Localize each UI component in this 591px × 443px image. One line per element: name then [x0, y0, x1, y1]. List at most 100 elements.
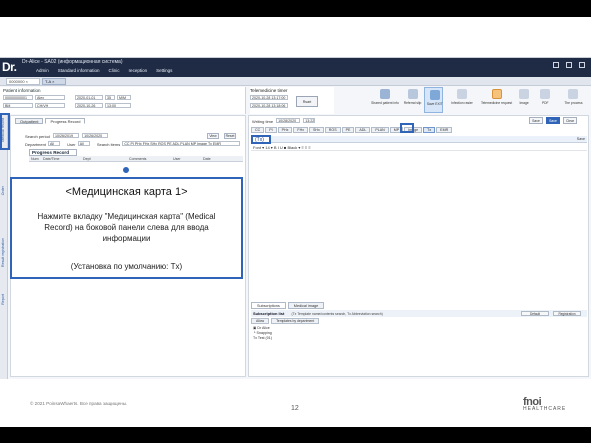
callout-title: <Медицинская карта 1> — [65, 186, 188, 198]
format-toolbar[interactable]: Font ▾ 14 ▾ B I U ■ Black ▾ ≡ ≡ ≡ — [251, 144, 587, 151]
tab-progress-record[interactable]: Progress Record — [45, 118, 86, 124]
tab-subscriptions[interactable]: Subscriptions — [251, 302, 286, 309]
patient-name-field[interactable]: Alex — [35, 95, 65, 100]
window-controls — [553, 62, 585, 68]
registration-button[interactable]: Registration — [553, 311, 581, 316]
copyright: © 2021 PoinsaWhaerts. Все права защищены… — [30, 401, 128, 406]
tx-tab-highlight — [400, 123, 414, 133]
tx-section-label: (Tx) — [251, 135, 271, 144]
tab-outpatient[interactable]: Outpatient — [15, 118, 44, 124]
menu-settings[interactable]: Settings — [156, 68, 172, 73]
telemedicine-icon — [491, 89, 502, 99]
subscription-label: Subscription list — [253, 311, 285, 316]
title-bar: Dr. Dr-Alice - SA02 (информационная сист… — [0, 58, 591, 77]
tab-plan[interactable]: PLAN — [371, 127, 389, 133]
referral-icon — [407, 89, 418, 99]
view-button[interactable]: View — [207, 133, 219, 139]
search-from-field[interactable]: 10/26/2019 — [53, 133, 80, 138]
subscription-subtabs: Allow Templates by department — [251, 318, 320, 324]
patient-doctor-field[interactable]: CH/VH — [35, 103, 65, 108]
search-items-field[interactable]: CC PI PHx FHx SHx ROS PE ADL PLAN MP Ima… — [122, 141, 241, 146]
col-user: User — [173, 157, 181, 161]
search-period-row: Search period 10/26/2019 10/26/2020 — [25, 133, 109, 139]
reset-button[interactable]: Reset — [224, 133, 236, 139]
default-button[interactable]: Default — [521, 311, 549, 316]
patient-info-label: Patient information — [3, 88, 41, 93]
search-to-field[interactable]: 10/26/2020 — [82, 133, 109, 138]
tab-pe[interactable]: PE — [341, 127, 355, 133]
tab-shx[interactable]: SHx — [309, 127, 324, 133]
maximize-icon[interactable] — [566, 62, 572, 68]
close-icon[interactable] — [579, 62, 585, 68]
bottom-letterbox — [0, 427, 591, 443]
patient-sex-field[interactable]: M/M — [117, 95, 131, 100]
menu-clinic[interactable]: Clinic — [109, 68, 120, 73]
tab-pi[interactable]: PI — [265, 127, 277, 133]
tab-fhx[interactable]: FHx — [293, 127, 308, 133]
tab-adl[interactable]: ADL — [355, 127, 371, 133]
tab-allow[interactable]: Allow — [251, 318, 270, 324]
image-button[interactable]: Image — [514, 87, 533, 113]
app-logo: Dr. — [2, 60, 17, 74]
col-date: Date — [203, 157, 211, 161]
save-exit-button[interactable]: Save EXIT — [423, 87, 443, 113]
save-button-1[interactable]: Save — [529, 117, 543, 124]
nav-order[interactable]: Order — [1, 186, 5, 195]
writing-date-field[interactable]: 10/28/2020 — [276, 118, 301, 123]
patient-type-field[interactable]: BM — [3, 103, 33, 108]
col-comments: Comments — [129, 157, 147, 161]
tab-medical-image[interactable]: Medical image — [287, 302, 325, 309]
clear-button[interactable]: Clear — [563, 117, 577, 124]
shared-patient-info-button[interactable]: Shared patient info — [368, 87, 401, 113]
minimize-icon[interactable] — [553, 62, 559, 68]
tab-record[interactable]: T-A × — [42, 78, 66, 85]
patient-age-field[interactable]: 35 — [105, 95, 115, 100]
document-tabs: 0000000 × T-A × — [0, 77, 591, 86]
visit-date-field[interactable]: 2020-10-26 — [75, 103, 103, 108]
telemedicine-label: Telemedicine timer — [250, 88, 288, 93]
process-icon — [568, 89, 579, 99]
subscription-conditions: (Tx Template name/contents search, Tx Ab… — [291, 312, 383, 316]
writing-time-field[interactable]: 13:22 — [303, 118, 316, 123]
department-select[interactable]: All — [48, 141, 61, 146]
tab-ros[interactable]: ROS — [324, 127, 341, 133]
tab-tx[interactable]: Tx — [423, 127, 436, 133]
patient-info: Patient information 00000000001 Alex 202… — [0, 87, 246, 114]
record-editor: Writing time 10/28/2020 13:22 Save Save … — [248, 115, 589, 377]
col-dept: Dept — [83, 157, 91, 161]
save-icon — [429, 90, 440, 100]
patient-id-field[interactable]: 00000000001 — [3, 95, 33, 100]
main-menu: Admin Standard information Clinic recept… — [36, 68, 172, 73]
tab-phx[interactable]: PHx — [277, 127, 293, 133]
process-button[interactable]: The process — [556, 87, 589, 113]
patient-birth-field[interactable]: 2020-01-01 — [75, 95, 103, 100]
slide: Dr. Dr-Alice - SA02 (информационная сист… — [0, 0, 591, 443]
telemedicine-request-button[interactable]: Telemedicine request — [480, 87, 512, 113]
text-editor-area[interactable] — [251, 152, 587, 300]
callout-body: Нажмите вкладку "Медицинская карта" (Med… — [37, 212, 216, 243]
tab-emr[interactable]: EMR — [436, 127, 453, 133]
nav-result-registration[interactable]: Result registration — [1, 238, 5, 267]
tab-cc[interactable]: CC — [251, 127, 265, 133]
brand-logo: fnoi HEALTHCARE — [523, 396, 567, 412]
section-save-link[interactable]: Save — [577, 137, 585, 141]
referral-slip-button[interactable]: Referral slip — [403, 87, 422, 113]
pdf-button[interactable]: PDF — [535, 87, 554, 113]
menu-reception[interactable]: reception — [129, 68, 148, 73]
record-button[interactable]: Rsart — [296, 96, 318, 107]
medical-record-highlight — [0, 113, 10, 150]
menu-standard-information[interactable]: Standard information — [58, 68, 100, 73]
menu-admin[interactable]: Admin — [36, 68, 49, 73]
nav-report[interactable]: Report — [1, 294, 5, 305]
tab-templates-by-department[interactable]: Templates by department — [271, 318, 320, 324]
tree-node-template[interactable]: Tx Test (01) — [253, 336, 272, 341]
tab-patient[interactable]: 0000000 × — [6, 78, 40, 85]
section-tabs: CC PI PHx FHx SHx ROS PE ADL PLAN MP Ima… — [251, 127, 453, 133]
visit-time-field[interactable]: 13:00 — [105, 103, 131, 108]
section-header: (Tx) Save — [251, 135, 587, 144]
user-select[interactable]: All — [77, 141, 90, 146]
image-icon — [519, 89, 530, 99]
infection-button[interactable]: Infection rasier — [445, 87, 478, 113]
save-button-2[interactable]: Save — [546, 117, 560, 124]
progress-tabs: Outpatient Progress Record — [15, 118, 86, 124]
